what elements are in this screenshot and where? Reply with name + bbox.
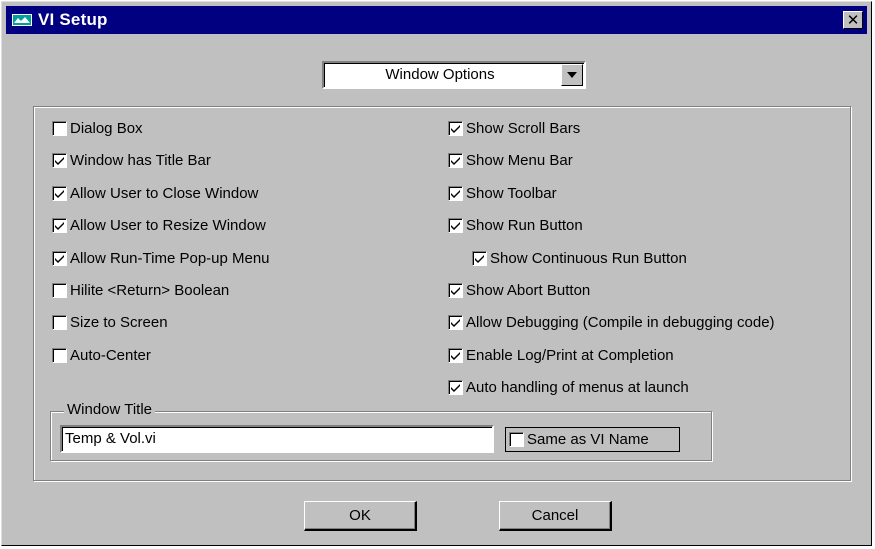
checkbox-label: Show Menu Bar (466, 152, 573, 170)
checkmark-icon (451, 319, 460, 328)
options-category-value: Window Options (385, 66, 495, 83)
checkbox-label: Hilite <Return> Boolean (70, 282, 230, 299)
checkbox-box[interactable] (52, 185, 67, 201)
checkbox-label: Allow User to Close Window (70, 184, 259, 202)
checkmark-icon (55, 222, 64, 231)
checkbox-box[interactable] (52, 250, 67, 266)
checkbox-box[interactable] (52, 218, 67, 234)
checkbox-box[interactable] (448, 218, 463, 234)
checkbox-label: Show Scroll Bars (466, 120, 581, 137)
options-category-select[interactable]: Window Options (322, 61, 586, 89)
same-as-vi-name-label: Same as VI Name (527, 431, 649, 448)
checkbox-box[interactable] (448, 121, 463, 136)
checkmark-icon (55, 254, 64, 263)
close-button[interactable]: ✕ (843, 11, 863, 29)
checkbox-box[interactable] (52, 121, 67, 136)
checkbox-box[interactable] (52, 153, 67, 169)
close-icon: ✕ (846, 11, 860, 29)
checkbox-box[interactable] (448, 283, 463, 298)
checkmark-icon (451, 189, 460, 198)
chevron-down-icon[interactable] (561, 64, 583, 86)
checkbox-label: Size to Screen (70, 314, 168, 332)
checkmark-icon (451, 157, 460, 166)
window-title-input[interactable]: Temp & Vol.vi (60, 425, 494, 453)
checkbox-label: Allow User to Resize Window (70, 217, 266, 235)
checkbox-label: Allow Run-Time Pop-up Menu (70, 249, 270, 267)
checkmark-icon (451, 287, 460, 295)
checkbox-label: Dialog Box (70, 120, 143, 137)
labview-app-icon (12, 14, 32, 26)
vi-setup-dialog: VI Setup ✕ Window Options Dialog Box Wind… (1, 1, 872, 546)
checkbox-box[interactable] (448, 185, 463, 201)
checkbox-label: Enable Log/Print at Completion (466, 346, 674, 364)
checkbox-label: Auto handling of menus at launch (466, 379, 689, 397)
cancel-button[interactable]: Cancel (499, 501, 612, 531)
checkmark-icon (451, 351, 460, 360)
checkmark-icon (451, 384, 460, 393)
checkbox-box[interactable] (509, 432, 524, 447)
checkbox-label: Allow Debugging (Compile in debugging co… (466, 314, 775, 332)
checkmark-icon (451, 222, 460, 231)
checkmark-icon (475, 254, 484, 263)
checkmark-icon (55, 157, 64, 166)
ok-button[interactable]: OK (304, 501, 417, 531)
checkbox-box[interactable] (448, 315, 463, 331)
checkbox-label: Auto-Center (70, 346, 151, 364)
checkbox-label: Show Continuous Run Button (490, 249, 687, 267)
checkbox-label: Show Abort Button (466, 282, 591, 299)
checkbox-box[interactable] (472, 250, 487, 266)
checkbox-box[interactable] (448, 380, 463, 396)
title-bar[interactable]: VI Setup ✕ (6, 6, 867, 34)
checkbox-label: Show Run Button (466, 217, 583, 235)
checkbox-box[interactable] (448, 347, 463, 363)
window-title: VI Setup (38, 10, 108, 29)
checkbox-label: Window has Title Bar (70, 152, 211, 170)
checkbox-box[interactable] (448, 153, 463, 169)
checkbox-label: Show Toolbar (466, 184, 557, 202)
checkbox-box[interactable] (52, 283, 67, 298)
checkmark-icon (55, 189, 64, 198)
checkbox-box[interactable] (52, 347, 67, 363)
checkmark-icon (451, 125, 460, 133)
checkbox-box[interactable] (52, 315, 67, 331)
window-title-group-legend: Window Title (64, 401, 156, 418)
